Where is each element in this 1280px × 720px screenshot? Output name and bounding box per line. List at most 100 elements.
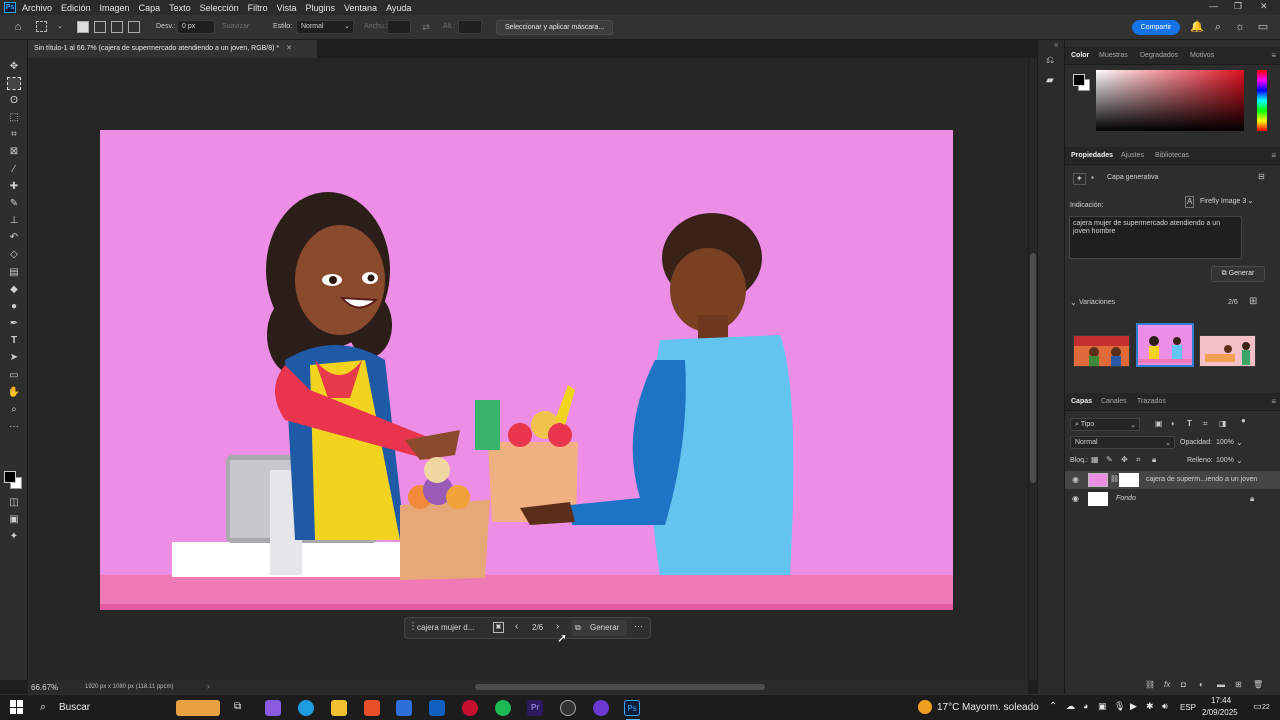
menu-ayuda[interactable]: Ayuda bbox=[386, 3, 411, 13]
menu-edicion[interactable]: Edición bbox=[61, 3, 91, 13]
search-highlight-image[interactable] bbox=[176, 700, 220, 716]
lock-artboard-icon[interactable]: ⌗ bbox=[1136, 455, 1141, 465]
layer-filter-dropdown[interactable]: ⌕ Tipo ⌄ bbox=[1070, 418, 1140, 431]
generate-properties-button[interactable]: ⧉ Generar bbox=[1211, 266, 1265, 282]
previous-variation-icon[interactable]: ‹ bbox=[515, 621, 518, 632]
width-input[interactable] bbox=[387, 20, 411, 34]
clone-stamp-tool-icon[interactable]: ⊥ bbox=[7, 214, 21, 227]
generate-button[interactable]: ⧉ Generar bbox=[571, 620, 627, 636]
visibility-eye-icon[interactable]: ◉ bbox=[1072, 475, 1079, 485]
panel-menu-icon[interactable]: ≡ bbox=[1271, 51, 1276, 60]
pen-tool-icon[interactable]: ✒ bbox=[7, 317, 21, 330]
marquee-tool-preset-icon[interactable] bbox=[36, 21, 47, 32]
add-selection-icon[interactable] bbox=[94, 21, 106, 33]
tab-properties[interactable]: Propiedades bbox=[1071, 152, 1113, 159]
lightbulb-icon[interactable]: ☼ bbox=[1234, 21, 1246, 33]
hand-tool-icon[interactable]: ✋ bbox=[7, 386, 21, 399]
panel-menu-icon[interactable]: ≡ bbox=[1271, 151, 1276, 160]
windows-start-icon[interactable] bbox=[10, 700, 24, 714]
close-tab-icon[interactable]: ✕ bbox=[286, 45, 292, 52]
menu-texto[interactable]: Texto bbox=[169, 3, 191, 13]
dodge-tool-icon[interactable]: ● bbox=[7, 300, 21, 313]
link-layers-icon[interactable]: ⛓ bbox=[1145, 680, 1155, 690]
delete-layer-icon[interactable]: 🗑︎ bbox=[1253, 680, 1263, 690]
edge-icon[interactable] bbox=[298, 700, 314, 716]
lock-position-icon[interactable]: ✥ bbox=[1121, 455, 1128, 465]
tab-gradients[interactable]: Degradados bbox=[1140, 52, 1178, 59]
minimize-icon[interactable]: — bbox=[1209, 1, 1218, 11]
menu-capa[interactable]: Capa bbox=[139, 3, 161, 13]
subtract-selection-icon[interactable] bbox=[111, 21, 123, 33]
filter-shape-icon[interactable]: ⌗ bbox=[1203, 419, 1208, 429]
reference-image-icon[interactable]: ▣ bbox=[493, 622, 504, 633]
copilot-icon[interactable] bbox=[265, 700, 281, 716]
tab-color[interactable]: Color bbox=[1071, 52, 1089, 59]
select-and-mask-button[interactable]: Seleccionar y aplicar máscara... bbox=[496, 20, 614, 35]
app-circle-icon[interactable] bbox=[560, 700, 576, 716]
vertical-scrollbar[interactable] bbox=[1028, 58, 1037, 680]
opera-icon[interactable] bbox=[462, 700, 478, 716]
restore-icon[interactable]: ❐ bbox=[1234, 1, 1242, 12]
height-input[interactable] bbox=[458, 20, 482, 34]
blend-mode-dropdown[interactable]: Normal ⌄ bbox=[1070, 436, 1175, 449]
swap-icon[interactable]: ⇄ bbox=[420, 21, 432, 33]
blur-tool-icon[interactable]: ◆ bbox=[7, 283, 21, 296]
generative-icon[interactable]: ✦ bbox=[7, 530, 21, 543]
history-brush-tool-icon[interactable]: ↶ bbox=[7, 231, 21, 244]
eyedropper-tool-icon[interactable]: ⁄ bbox=[7, 163, 21, 176]
spotify-icon[interactable] bbox=[495, 700, 511, 716]
filter-adjustment-icon[interactable]: ◐ bbox=[1171, 419, 1176, 429]
file-explorer-icon[interactable] bbox=[331, 700, 347, 716]
search-icon[interactable]: ⌕ bbox=[1212, 21, 1224, 33]
microphone-icon[interactable]: 🎙︎ bbox=[1114, 701, 1125, 712]
menu-plugins[interactable]: Plugins bbox=[306, 3, 336, 13]
tab-patterns[interactable]: Motivos bbox=[1190, 52, 1214, 59]
zoom-level[interactable]: 66.67% bbox=[31, 683, 58, 692]
layer-mask-thumbnail[interactable] bbox=[1119, 473, 1139, 487]
chevron-down-icon[interactable]: ⌄ bbox=[54, 21, 66, 33]
rect-marquee-tool-icon[interactable] bbox=[7, 77, 21, 90]
convert-icon[interactable]: ⊟ bbox=[1258, 172, 1265, 182]
chevron-up-icon[interactable]: ⌃ bbox=[1049, 701, 1057, 712]
healing-brush-tool-icon[interactable]: ✚ bbox=[7, 180, 21, 193]
path-selection-tool-icon[interactable]: ➤ bbox=[7, 351, 21, 364]
menu-ventana[interactable]: Ventana bbox=[344, 3, 377, 13]
color-picker-field[interactable] bbox=[1096, 70, 1244, 131]
zoom-tool-icon[interactable]: ⌕ bbox=[7, 403, 21, 416]
intersect-selection-icon[interactable] bbox=[128, 21, 140, 33]
tab-swatches[interactable]: Muestras bbox=[1099, 52, 1128, 59]
layer-row-generative[interactable]: ◉ ⛓ cajera de superm...iendo a un joven bbox=[1065, 471, 1280, 489]
bell-icon[interactable]: 🔔 bbox=[1190, 21, 1204, 33]
tab-paths[interactable]: Trazados bbox=[1137, 398, 1166, 405]
variation-thumbnail-1[interactable] bbox=[1073, 335, 1130, 367]
speaker-icon[interactable]: 🔊︎ bbox=[1162, 701, 1168, 712]
photoshop-taskbar-icon[interactable]: Ps bbox=[624, 700, 640, 716]
chevron-right-icon[interactable]: › bbox=[207, 682, 210, 691]
language-indicator[interactable]: ESP bbox=[1180, 703, 1196, 712]
weather-temperature[interactable]: 17°C bbox=[937, 702, 959, 713]
filter-type-icon[interactable]: T bbox=[1187, 419, 1192, 429]
layer-row-background[interactable]: ◉ Fondo 🔒︎ bbox=[1065, 490, 1280, 508]
document-tab[interactable]: Sin título-1 al 66.7% (cajera de superme… bbox=[28, 40, 318, 58]
new-group-icon[interactable]: ▬ bbox=[1217, 680, 1225, 690]
clock-date[interactable]: 2/09/2025 bbox=[1202, 708, 1238, 717]
bluetooth-icon[interactable]: ✱ bbox=[1146, 701, 1154, 712]
type-tool-icon[interactable]: T bbox=[7, 334, 21, 347]
chevron-down-icon[interactable]: ⌄ bbox=[1070, 298, 1077, 308]
feather-input[interactable]: 0 px bbox=[177, 20, 215, 34]
horizontal-scrollbar-thumb[interactable] bbox=[475, 684, 765, 690]
brave-icon[interactable] bbox=[364, 700, 380, 716]
more-tools-icon[interactable]: ··· bbox=[7, 420, 21, 433]
lasso-tool-icon[interactable]: ʘ bbox=[7, 94, 21, 107]
model-selector[interactable]: Firefly Image 3 bbox=[1200, 198, 1246, 205]
visibility-eye-icon[interactable]: ◉ bbox=[1072, 494, 1079, 504]
collapse-panels-icon[interactable]: « bbox=[1054, 40, 1058, 49]
chevron-down-icon[interactable]: ⌄ bbox=[1247, 196, 1254, 206]
foreground-color-swatch-top[interactable] bbox=[4, 471, 16, 483]
prompt-input[interactable]: cajera mujer de supermercado atendiendo … bbox=[1069, 216, 1242, 259]
frame-tool-icon[interactable]: ⊠ bbox=[7, 145, 21, 158]
prompt-preview[interactable]: cajera mujer d... bbox=[417, 623, 474, 632]
menu-filtro[interactable]: Filtro bbox=[248, 3, 268, 13]
workspace-icon[interactable]: ▭ bbox=[1257, 21, 1269, 33]
tab-adjustments[interactable]: Ajustes bbox=[1121, 152, 1144, 159]
